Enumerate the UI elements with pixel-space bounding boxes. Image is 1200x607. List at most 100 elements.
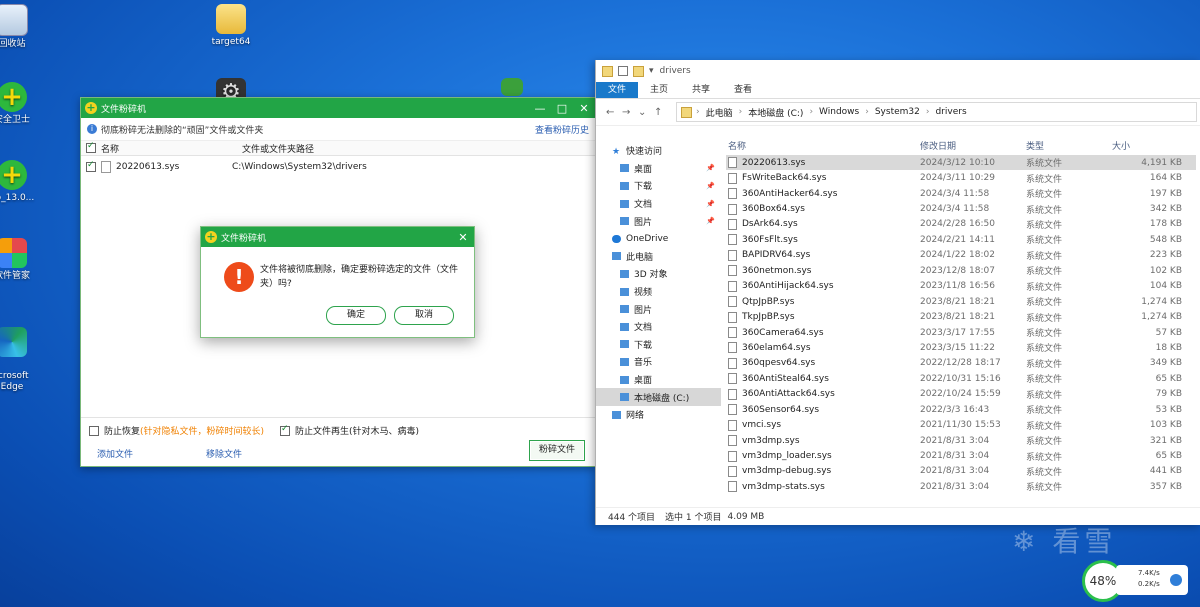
file-row[interactable]: 360AntiAttack64.sys 2022/10/24 15:59 系统文件 7… [726, 387, 1196, 402]
file-row[interactable]: 360netmon.sys 2023/12/8 18:07 系统文件 102 KB [726, 263, 1196, 278]
desktop-icon-target64[interactable]: target64 [201, 4, 261, 48]
pin-icon[interactable]: 📌 [706, 182, 715, 190]
nav-item[interactable]: 文档 [596, 318, 721, 336]
file-row[interactable]: vm3dmp-stats.sys 2021/8/31 3:04 系统文件 357 KB [726, 479, 1196, 494]
prevent-recovery-option[interactable]: 防止恢复 (针对隐私文件，粉碎时间较长) [89, 424, 264, 437]
file-row[interactable]: 360AntiSteal64.sys 2022/10/31 15:16 系统文件 65… [726, 371, 1196, 386]
file-checkbox[interactable] [86, 160, 96, 172]
file-type: 系统文件 [1026, 452, 1063, 463]
file-row[interactable]: 360AntiHijack64.sys 2023/11/8 16:56 系统文件 10… [726, 279, 1196, 294]
breadcrumb-drivers[interactable]: drivers [935, 107, 966, 117]
ok-button[interactable]: 确定 [326, 306, 386, 325]
desktop-icon-app[interactable] [482, 78, 542, 99]
nav-item[interactable]: 此电脑 [596, 248, 721, 266]
forward-icon[interactable]: → [622, 107, 638, 118]
up-icon[interactable]: ↑ [654, 107, 670, 118]
pin-icon[interactable]: 📌 [706, 217, 715, 225]
file-list-row[interactable]: 20220613.sys C:\Windows\System32\drivers [81, 156, 595, 178]
add-file-link[interactable]: 添加文件 [97, 447, 133, 460]
explorer-titlebar[interactable]: ▾ drivers [596, 60, 1200, 82]
prevent-regen-checkbox[interactable] [280, 424, 290, 436]
file-row[interactable]: 360elam64.sys 2023/3/15 11:22 系统文件 18 KB [726, 340, 1196, 355]
pin-icon[interactable]: 📌 [706, 164, 715, 172]
tab-file[interactable]: 文件 [596, 82, 639, 98]
file-row[interactable]: BAPIDRV64.sys 2024/1/22 18:02 系统文件 223 KB [726, 248, 1196, 263]
desktop-icon-360-setup[interactable]: up_13.0... [0, 160, 42, 204]
nav-item[interactable]: 3D 对象 [596, 265, 721, 283]
star-icon: ★ [612, 146, 621, 157]
nav-item[interactable]: 音乐 [596, 353, 721, 371]
file-row[interactable]: 360Camera64.sys 2023/3/17 17:55 系统文件 57 KB [726, 325, 1196, 340]
nav-item-label: 文档 [634, 323, 653, 334]
col-size-header[interactable]: 大小 [1112, 139, 1182, 152]
desktop-icon-360-security[interactable]: 安全卫士 [0, 82, 42, 126]
minimize-icon[interactable]: — [529, 102, 551, 115]
file-row[interactable]: vmci.sys 2021/11/30 15:53 系统文件 103 KB [726, 417, 1196, 432]
nav-item[interactable]: 图片 [596, 300, 721, 318]
file-row[interactable]: 360qpesv64.sys 2022/12/28 18:17 系统文件 349 KB [726, 356, 1196, 371]
col-date-header[interactable]: 修改日期 [920, 139, 1026, 152]
remove-file-link[interactable]: 移除文件 [206, 447, 242, 460]
maximize-icon[interactable]: □ [551, 102, 573, 115]
breadcrumb-windows[interactable]: Windows [819, 107, 859, 117]
file-row[interactable]: 360Sensor64.sys 2022/3/3 16:43 系统文件 53 KB [726, 402, 1196, 417]
tab-view[interactable]: 查看 [722, 82, 764, 98]
select-all-checkbox[interactable] [86, 141, 96, 153]
desktop-icon-software-manager[interactable]: 软件管家 [0, 238, 42, 282]
customize-quick-access-icon[interactable]: ▾ [649, 66, 654, 76]
col-name-header[interactable]: 名称 [101, 142, 242, 155]
nav-item[interactable]: 本地磁盘 (C:) [596, 388, 721, 406]
file-date: 2024/2/28 16:50 [920, 219, 995, 230]
col-name-header[interactable]: 名称 [726, 139, 920, 152]
col-type-header[interactable]: 类型 [1026, 139, 1112, 152]
nav-item[interactable]: 视频 [596, 283, 721, 301]
desktop-icon-recycle-bin[interactable]: 回收站 [0, 4, 42, 50]
nav-item[interactable]: 网络 [596, 406, 721, 424]
back-icon[interactable]: ← [606, 107, 622, 118]
file-row[interactable]: vm3dmp.sys 2021/8/31 3:04 系统文件 321 KB [726, 433, 1196, 448]
file-row[interactable]: DsArk64.sys 2024/2/28 16:50 系统文件 178 KB [726, 217, 1196, 232]
recent-dropdown-icon[interactable]: ⌄ [638, 107, 654, 118]
properties-icon[interactable] [618, 66, 628, 76]
shred-button[interactable]: 粉碎文件 [529, 440, 585, 461]
nav-item[interactable]: ★ 快速访问 [596, 142, 721, 160]
file-row[interactable]: TkpJpBP.sys 2023/8/21 18:21 系统文件 1,274 KB [726, 309, 1196, 324]
close-icon[interactable]: ✕ [573, 102, 595, 115]
pin-icon[interactable]: 📌 [706, 200, 715, 208]
file-row[interactable]: QtpJpBP.sys 2023/8/21 18:21 系统文件 1,274 KB [726, 294, 1196, 309]
accelerate-icon[interactable] [1170, 574, 1182, 586]
prevent-recovery-checkbox[interactable] [89, 425, 99, 436]
close-icon[interactable]: ✕ [452, 231, 474, 244]
file-row[interactable]: vm3dmp-debug.sys 2021/8/31 3:04 系统文件 441 KB [726, 464, 1196, 479]
nav-item[interactable]: 文档 📌 [596, 195, 721, 213]
breadcrumb-system32[interactable]: System32 [875, 107, 920, 117]
file-row[interactable]: 360FsFlt.sys 2024/2/21 14:11 系统文件 548 KB [726, 232, 1196, 247]
file-row[interactable]: vm3dmp_loader.sys 2021/8/31 3:04 系统文件 65 KB [726, 448, 1196, 463]
file-row[interactable]: FsWriteBack64.sys 2024/3/11 10:29 系统文件 164 … [726, 170, 1196, 185]
nav-item[interactable]: 桌面 📌 [596, 160, 721, 178]
desktop-icon-edge[interactable]: icrosoft Edge [0, 316, 42, 404]
col-path-header[interactable]: 文件或文件夹路径 [242, 142, 314, 155]
dialog-titlebar[interactable]: + 文件粉碎机 ✕ [201, 227, 474, 247]
address-bar[interactable]: › 此电脑 › 本地磁盘 (C:) › Windows › System32 ›… [676, 102, 1197, 122]
file-name: BAPIDRV64.sys [742, 250, 811, 261]
breadcrumb-this-pc[interactable]: 此电脑 [706, 106, 733, 119]
tab-share[interactable]: 共享 [680, 82, 722, 98]
nav-item[interactable]: 下载 [596, 336, 721, 354]
prevent-regen-option[interactable]: 防止文件再生 (针对木马、病毒) [280, 424, 419, 437]
file-row[interactable]: 360Box64.sys 2024/3/4 11:58 系统文件 342 KB [726, 201, 1196, 216]
history-link[interactable]: 查看粉碎历史 [535, 123, 589, 136]
file-row[interactable]: 360AntiHacker64.sys 2024/3/4 11:58 系统文件 197… [726, 186, 1196, 201]
nav-item[interactable]: OneDrive [596, 230, 721, 248]
breadcrumb-drive-c[interactable]: 本地磁盘 (C:) [748, 106, 803, 119]
nav-item[interactable]: 图片 📌 [596, 212, 721, 230]
file-row[interactable]: 20220613.sys 2024/3/12 10:10 系统文件 4,191 KB [726, 155, 1196, 171]
tab-home[interactable]: 主页 [638, 82, 680, 98]
360-setup-icon [0, 160, 27, 190]
cancel-button[interactable]: 取消 [394, 306, 454, 325]
new-folder-icon[interactable] [633, 65, 644, 77]
nav-item[interactable]: 桌面 [596, 371, 721, 389]
shredder-titlebar[interactable]: + 文件粉碎机 — □ ✕ [81, 98, 595, 118]
speed-widget[interactable]: 48% 7.4K/s 0.2K/s [1082, 560, 1188, 602]
nav-item[interactable]: 下载 📌 [596, 177, 721, 195]
